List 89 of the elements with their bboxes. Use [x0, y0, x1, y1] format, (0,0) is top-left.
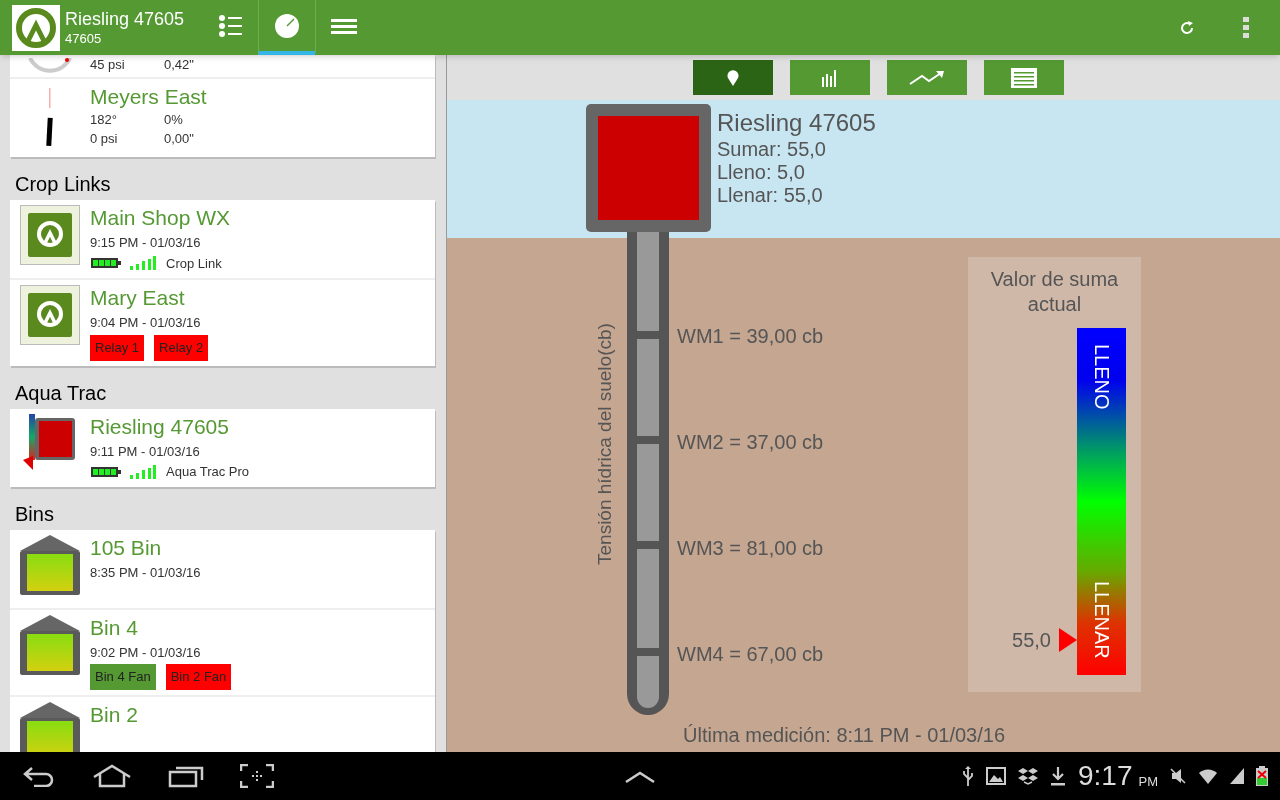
home-icon[interactable] [92, 764, 132, 788]
section-heading: Crop Links [14, 172, 112, 197]
table-icon [1011, 67, 1037, 88]
device-logo-icon [20, 205, 80, 265]
battery-icon [90, 257, 122, 270]
cell-signal-icon [1230, 768, 1244, 784]
list-item[interactable]: 105 Bin 8:35 PM - 01/03/16 [10, 529, 435, 608]
item-name: Meyers East [90, 84, 207, 110]
screenshot-icon[interactable] [240, 764, 274, 788]
view-button[interactable] [887, 60, 967, 95]
view-button[interactable] [790, 60, 870, 95]
timestamp: 8:35 PM - 01/03/16 [90, 563, 201, 582]
device-type: Aqua Trac Pro [166, 463, 250, 481]
status-tag: Relay 1 [90, 334, 145, 361]
reading-text: 182° [90, 111, 118, 129]
list-item[interactable]: Bin 2 [10, 697, 435, 752]
list-icon [216, 12, 243, 39]
bar-chart-icon [822, 68, 838, 87]
status-tag: Bin 2 Fan [165, 664, 232, 690]
sensor-reading: WM1 = 39,00 cb [677, 324, 824, 348]
gauge-icon [274, 12, 300, 39]
item-name: Mary East [90, 285, 186, 311]
list-item[interactable]: Riesling 47605 9:11 PM - 01/03/16 Aqua Trac Pro [10, 408, 435, 487]
scale-top-label: LLENO [1090, 344, 1114, 410]
clock-period: PM [1138, 773, 1158, 791]
clock-time: 9:17 [1078, 761, 1133, 791]
moisture-sensor-drawing [23, 413, 77, 470]
timestamp: 9:02 PM - 01/03/16 [90, 643, 202, 662]
list-item[interactable]: Bin 4 9:02 PM - 01/03/16 Bin 4 Fan Bin 2 Fan [10, 609, 435, 695]
scale-bottom-label: LLENAR [1090, 581, 1114, 659]
refresh-icon [1179, 19, 1195, 36]
section-heading: Bins [14, 501, 55, 527]
item-name: Main Shop WX [90, 205, 231, 231]
station-value: Llenar: 55,0 [717, 184, 824, 207]
legend-title: Valor de suma actual [989, 267, 1120, 317]
caret-up-icon[interactable] [624, 770, 656, 784]
device-logo-icon [20, 285, 80, 345]
grain-bin-drawing [20, 614, 80, 675]
reading-text: 0 psi [90, 130, 119, 148]
view-button[interactable] [984, 60, 1064, 95]
item-name: 105 Bin [90, 534, 163, 561]
list-item[interactable]: Meyers East 182° 0% 0 psi 0,00" [10, 79, 435, 157]
section-heading: Aqua Trac [14, 380, 108, 406]
trend-line-icon [909, 69, 945, 86]
recent-apps-icon[interactable] [168, 764, 204, 788]
list-item[interactable]: 45 psi 0,42" [10, 55, 435, 77]
timestamp: 9:04 PM - 01/03/16 [90, 314, 202, 332]
item-name: Riesling 47605 [90, 413, 230, 440]
list-item[interactable]: Mary East 9:04 PM - 01/03/16 Relay 1 Relay 2 [10, 280, 435, 366]
sensor-reading: WM3 = 81,00 cb [677, 536, 824, 560]
view-button[interactable] [693, 60, 773, 95]
wifi-icon [1198, 766, 1218, 786]
app-title: Riesling 47605 [65, 8, 186, 31]
reading-text: 0,42" [164, 56, 194, 74]
reading-text: 0,00" [164, 130, 195, 148]
axis-label: Tensión hídrica del suelo(cb) [593, 322, 616, 567]
list-item[interactable]: Main Shop WX 9:15 PM - 01/03/16 Crop Link [10, 200, 435, 278]
status-tag: Bin 4 Fan [90, 664, 156, 690]
pivot-arm-drawing [45, 88, 55, 148]
usb-icon [962, 766, 974, 786]
status-tag: Relay 2 [154, 334, 209, 361]
current-value: 55,0 [1012, 628, 1051, 654]
battery-alert-icon [1256, 766, 1268, 786]
signal-icon [130, 256, 156, 271]
box-icon [1018, 767, 1038, 785]
image-icon [986, 767, 1006, 785]
grain-bin-drawing [20, 534, 80, 595]
map-pin-icon [727, 69, 739, 86]
timestamp: 9:11 PM - 01/03/16 [90, 442, 201, 461]
station-value: Sumar: 55,0 [717, 138, 827, 161]
item-name: Bin 4 [90, 614, 139, 641]
device-type: Crop Link [166, 254, 222, 273]
more-icon [1243, 16, 1249, 39]
station-title: Riesling 47605 [717, 108, 876, 138]
back-icon[interactable] [22, 765, 56, 787]
app-logo [12, 4, 60, 51]
item-name: Bin 2 [90, 702, 138, 728]
sensor-reading: WM2 = 37,00 cb [677, 430, 824, 454]
app-subtitle: 47605 [65, 30, 103, 47]
last-reading-text: Última medición: 8:11 PM - 01/03/16 [683, 723, 1005, 748]
sensor-reading: WM4 = 67,00 cb [677, 642, 824, 666]
station-value: Lleno: 5,0 [717, 161, 806, 184]
reading-text: 45 psi [90, 56, 126, 74]
timestamp: 9:15 PM - 01/03/16 [90, 234, 202, 252]
reading-text: 0% [164, 111, 184, 129]
signal-icon [130, 464, 156, 479]
battery-icon [90, 465, 122, 478]
download-icon [1050, 766, 1066, 786]
mute-icon [1170, 768, 1186, 784]
